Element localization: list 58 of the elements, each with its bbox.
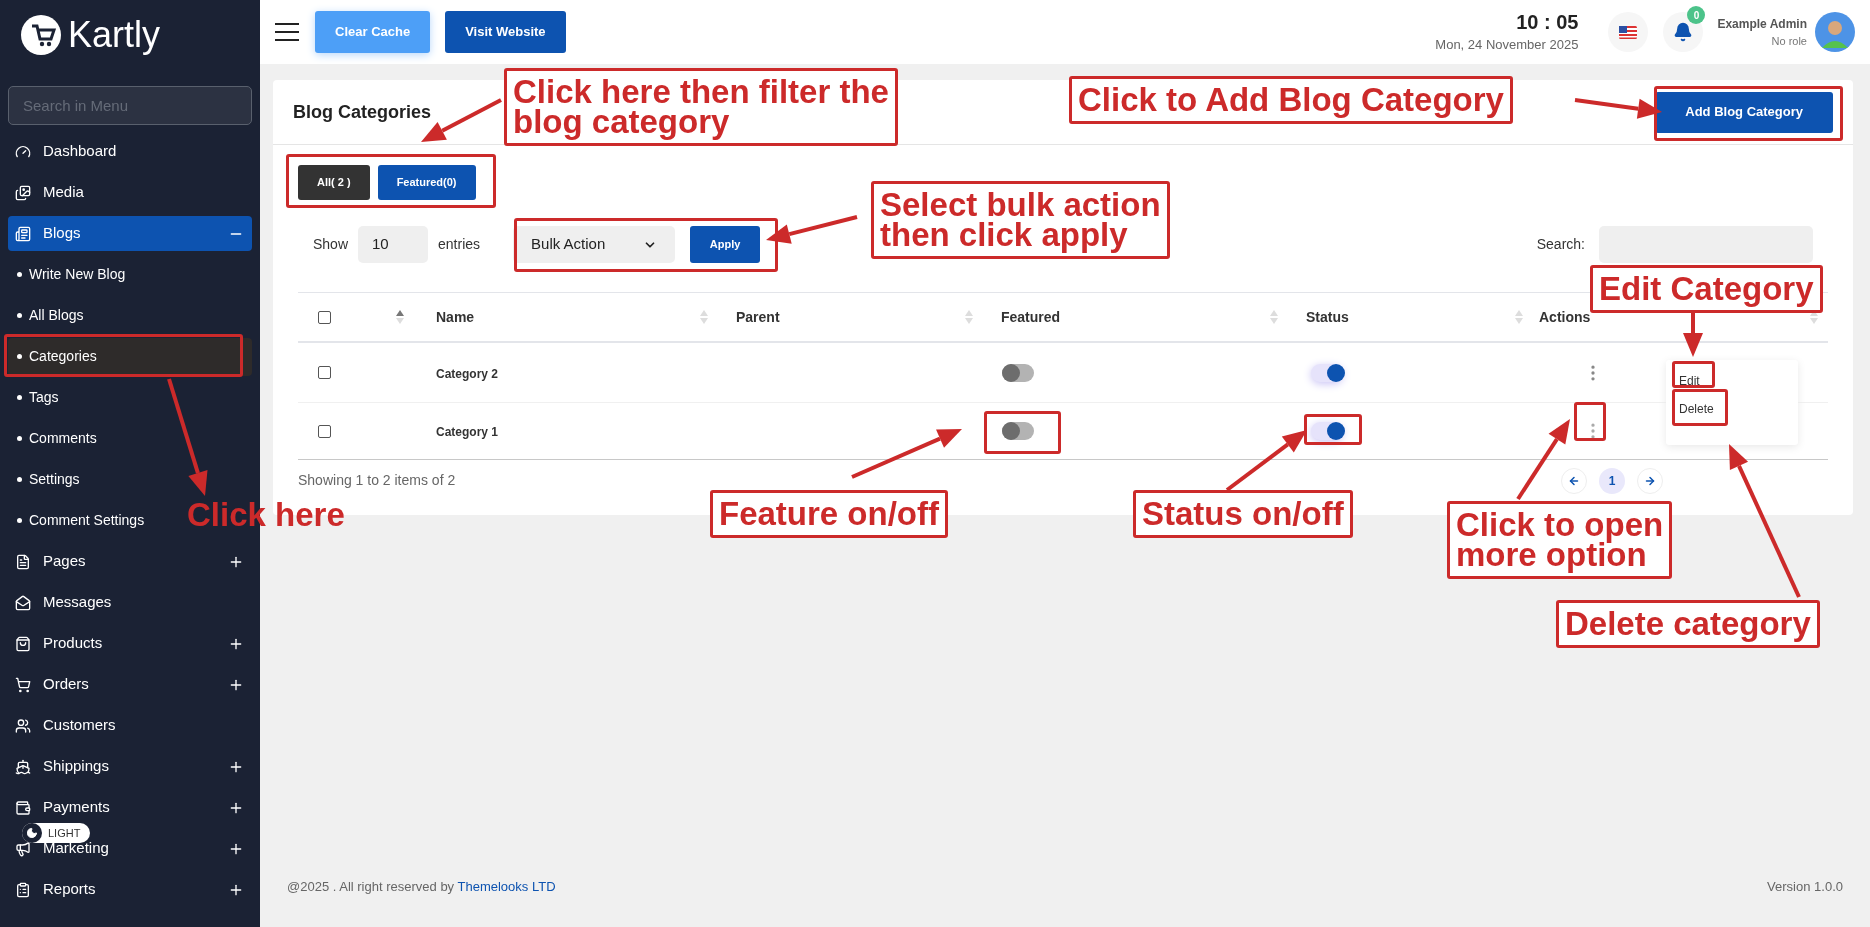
submenu-item[interactable]: Comments: [8, 428, 97, 449]
filter-tab[interactable]: Featured(0): [377, 165, 476, 200]
submenu-item[interactable]: Tags: [8, 387, 59, 408]
show-label: Show: [313, 235, 349, 254]
brand-name: Kartly: [68, 17, 161, 53]
annotation-callout: Click to Add Blog Category: [1069, 76, 1513, 124]
page-button[interactable]: 1: [1599, 468, 1625, 494]
column-header[interactable]: Featured: [1001, 306, 1061, 328]
menu-item[interactable]: Products: [8, 633, 103, 654]
annotation-callout: Feature on/off: [710, 490, 948, 538]
menu-item[interactable]: Orders: [8, 674, 89, 695]
user-name: Example Admin: [1717, 15, 1807, 33]
menu-item[interactable]: Reports: [8, 879, 96, 900]
menu-item[interactable]: Messages: [8, 592, 112, 613]
menu-option[interactable]: Delete: [1679, 401, 1798, 416]
menu-item[interactable]: Payments: [8, 797, 110, 818]
annotation-callout: Click to open more option: [1447, 501, 1673, 579]
menu-item[interactable]: Dashboard: [8, 141, 117, 162]
page-title: Blog Categories: [293, 100, 432, 124]
submenu-item[interactable]: Write New Blog: [8, 264, 126, 285]
menu-search-field[interactable]: Search in Menu: [8, 86, 252, 125]
header-button[interactable]: Visit Website: [445, 11, 566, 53]
add-category-button[interactable]: Add Blog Category: [1655, 91, 1833, 133]
annotation-callout: Edit Category: [1590, 265, 1823, 313]
submenu-item[interactable]: Settings: [8, 469, 80, 490]
bulk-action-select[interactable]: Bulk Action: [513, 226, 676, 263]
category-name: Category 1: [436, 425, 499, 439]
filter-tab[interactable]: All( 2 ): [298, 165, 370, 200]
annotation-callout: Click here then filter the blog category: [504, 68, 898, 146]
submenu-item[interactable]: Categories: [8, 337, 252, 376]
column-header[interactable]: Name: [436, 306, 475, 328]
copyright-text: @2025 . All right reserved by Themelooks LTD: [287, 878, 556, 896]
menu-item[interactable]: Pages: [8, 551, 86, 572]
theme-toggle[interactable]: LIGHT: [22, 823, 91, 843]
company-link[interactable]: Themelooks LTD: [457, 879, 556, 894]
column-header[interactable]: Parent: [736, 306, 780, 328]
user-role: No role: [1771, 33, 1807, 49]
menu-item[interactable]: Shippings: [8, 756, 109, 777]
menu-item[interactable]: Customers: [8, 715, 116, 736]
current-date: Mon, 24 November 2025: [1435, 35, 1579, 54]
table-info: Showing 1 to 2 items of 2: [298, 471, 456, 490]
apply-button[interactable]: Apply: [690, 226, 761, 263]
submenu-item[interactable]: All Blogs: [8, 305, 84, 326]
annotation-callout: Delete category: [1556, 600, 1820, 648]
annotation-callout: Status on/off: [1133, 490, 1353, 538]
category-name: Category 2: [436, 366, 499, 381]
menu-option[interactable]: Edit: [1679, 373, 1798, 388]
search-label: Search:: [1536, 235, 1585, 254]
submenu-item[interactable]: Comment Settings: [8, 510, 145, 531]
version-text: Version 1.0.0: [1767, 878, 1843, 896]
column-header[interactable]: Status: [1306, 306, 1349, 328]
entries-field[interactable]: 10: [358, 226, 429, 263]
annotation-callout: Select bulk action then click apply: [871, 181, 1170, 259]
entries-label: entries: [438, 235, 481, 254]
clock-time: 10 : 05: [1516, 9, 1579, 35]
notification-count: 0: [1687, 6, 1706, 24]
column-header[interactable]: Actions: [1539, 306, 1591, 328]
menu-item[interactable]: Media: [8, 182, 84, 203]
